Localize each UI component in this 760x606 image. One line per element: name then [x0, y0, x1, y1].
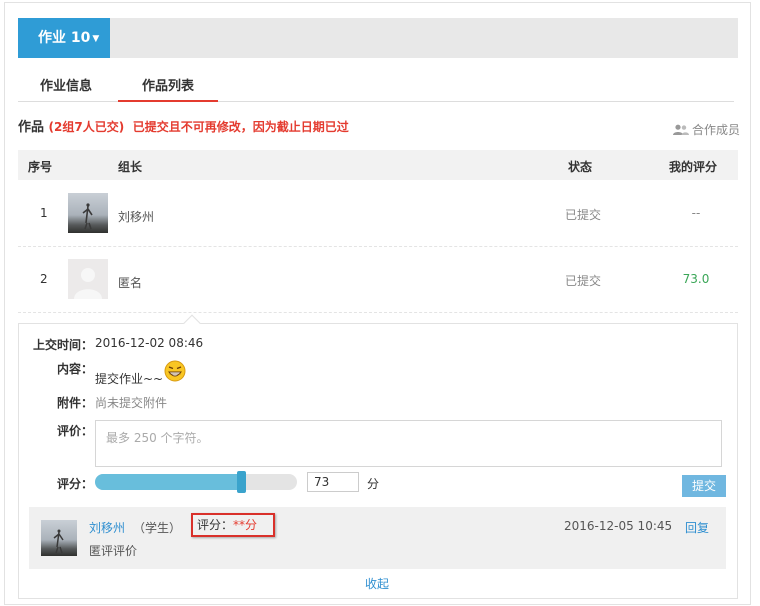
- homework-title: 作业 10: [38, 30, 91, 46]
- members-label: 合作成员: [691, 123, 740, 137]
- comment-score-value: **分: [233, 518, 258, 532]
- comment-author[interactable]: 刘移州: [89, 519, 125, 536]
- reply-link[interactable]: 回复: [685, 519, 709, 536]
- submit-time-label: 上交时间：: [32, 338, 93, 352]
- work-detail-panel: 上交时间： 2016-12-02 08:46 内容： 提交作业~~ 附件： 尚未…: [18, 323, 738, 599]
- tab-bar: 作业信息 作品列表: [18, 76, 734, 102]
- row-score: --: [691, 206, 701, 220]
- members-link[interactable]: 合作成员: [672, 121, 740, 138]
- works-count: (2组7人已交): [48, 120, 125, 134]
- homework-header: 作业 10 ▼: [18, 18, 738, 58]
- users-icon: [672, 124, 689, 135]
- row-score: 73.0: [682, 272, 710, 286]
- comment-role: （学生）: [133, 521, 182, 535]
- comment-date: 2016-12-05 10:45: [564, 519, 673, 533]
- works-label: 作品: [18, 120, 45, 135]
- comment-score-label: 评分：: [197, 518, 234, 532]
- avatar: [41, 520, 77, 556]
- grin-emoji-icon: [164, 360, 186, 385]
- content-text: 提交作业~~: [95, 372, 164, 386]
- avatar: [68, 193, 108, 233]
- comment-item: 刘移州 （学生） 评分：**分 匿评评价 2016-12-05 10:45 回复: [29, 507, 726, 569]
- row-index: 1: [40, 206, 48, 220]
- deadline-warning: 已提交且不可再修改，因为截止日期已过: [132, 120, 349, 134]
- row-index: 2: [40, 272, 48, 286]
- submit-time: 2016-12-02 08:46: [95, 336, 204, 350]
- tab-homework-info[interactable]: 作业信息: [40, 76, 92, 102]
- attachment-text: 尚未提交附件: [95, 396, 168, 410]
- comment-body: 匿评评价: [89, 544, 138, 558]
- submit-button[interactable]: 提交: [682, 475, 726, 497]
- table-header: 序号 组长 状态 我的评分: [18, 150, 738, 180]
- homework-dropdown[interactable]: 作业 10 ▼: [18, 18, 110, 58]
- col-leader: 组长: [118, 160, 143, 174]
- review-textarea[interactable]: 最多 250 个字符。: [95, 420, 722, 467]
- avatar: [68, 259, 108, 299]
- row-status: 已提交: [565, 208, 602, 222]
- row-status: 已提交: [565, 274, 602, 288]
- row-name[interactable]: 刘移州: [118, 208, 154, 225]
- tab-works-list[interactable]: 作品列表: [118, 76, 218, 102]
- attachment-label: 附件：: [56, 396, 93, 410]
- score-unit: 分: [367, 477, 380, 491]
- score-slider-fill: [95, 474, 242, 490]
- score-slider[interactable]: [95, 471, 297, 493]
- table-row[interactable]: 2 匿名 已提交 73.0: [18, 247, 738, 313]
- col-index: 序号: [28, 160, 53, 174]
- score-slider-handle[interactable]: [237, 471, 246, 493]
- col-my-score: 我的评分: [669, 160, 718, 174]
- content-label: 内容：: [56, 362, 93, 376]
- score-label: 评分：: [56, 477, 93, 491]
- collapse-link[interactable]: 收起: [365, 575, 389, 592]
- col-status: 状态: [568, 160, 593, 174]
- comment-score: 评分：**分: [191, 513, 275, 537]
- score-input[interactable]: 73: [307, 472, 359, 492]
- works-heading: 作品 (2组7人已交) 已提交且不可再修改，因为截止日期已过: [18, 116, 349, 135]
- table-row[interactable]: 1 刘移州 已提交 --: [18, 181, 738, 247]
- review-label: 评价：: [56, 424, 93, 438]
- row-name[interactable]: 匿名: [118, 274, 142, 291]
- caret-down-icon: ▼: [92, 34, 100, 44]
